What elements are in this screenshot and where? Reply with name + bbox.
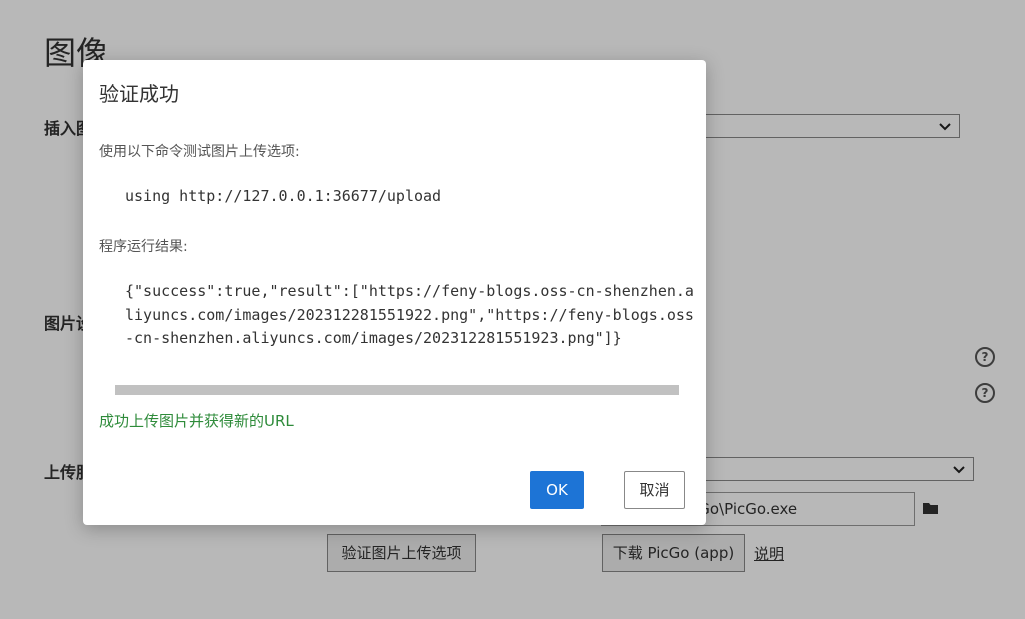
- ok-button[interactable]: OK: [530, 471, 584, 509]
- success-message: 成功上传图片并获得新的URL: [99, 412, 294, 430]
- dialog-title: 验证成功: [99, 82, 179, 106]
- result-output: {"success":true,"result":["https://feny-…: [125, 282, 694, 347]
- cancel-button[interactable]: 取消: [624, 471, 685, 509]
- horizontal-scrollbar[interactable]: [115, 385, 679, 395]
- verify-success-dialog: 验证成功 使用以下命令测试图片上传选项: using http://127.0.…: [83, 60, 706, 525]
- test-command-label: 使用以下命令测试图片上传选项:: [99, 144, 300, 160]
- test-command: using http://127.0.0.1:36677/upload: [125, 187, 442, 205]
- result-label: 程序运行结果:: [99, 239, 188, 255]
